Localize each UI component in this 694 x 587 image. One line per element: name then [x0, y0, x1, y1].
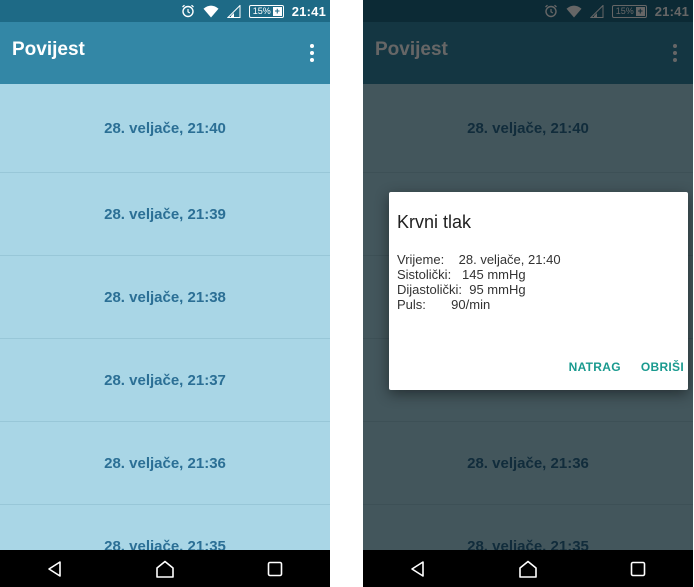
status-bar: 15% + 21:41	[0, 0, 330, 22]
battery-charging-icon: 15% +	[248, 4, 284, 18]
status-clock: 21:41	[291, 3, 326, 19]
list-item[interactable]: 28. veljače, 21:35	[0, 505, 330, 550]
status-icons: 15% + 21:41	[181, 3, 326, 19]
list-item[interactable]: 28. veljače, 21:37	[0, 339, 330, 422]
history-detail-screen: 15% + 21:41 Povijest 28. veljače, 21:40 …	[363, 0, 693, 587]
home-icon[interactable]	[145, 554, 185, 584]
wifi-icon	[203, 5, 219, 17]
dialog-actions: NATRAG OBRIŠI	[569, 360, 684, 374]
page-title: Povijest	[12, 39, 85, 60]
dialog-title: Krvni tlak	[397, 212, 472, 232]
overflow-menu-icon[interactable]	[300, 41, 324, 65]
measurement-dialog: Krvni tlak Vrijeme: 28. veljače, 21:40 S…	[389, 192, 688, 390]
battery-level: 15%	[252, 5, 271, 16]
recents-icon[interactable]	[255, 554, 295, 584]
back-icon[interactable]	[398, 554, 438, 584]
signal-icon	[226, 4, 241, 18]
navigation-bar	[363, 550, 693, 587]
charging-plus: +	[272, 5, 282, 16]
delete-button[interactable]: OBRIŠI	[641, 360, 684, 374]
alarm-icon	[181, 4, 194, 18]
dialog-body: Vrijeme: 28. veljače, 21:40 Sistolički: …	[397, 252, 561, 312]
home-icon[interactable]	[508, 554, 548, 584]
list-item[interactable]: 28. veljače, 21:36	[0, 422, 330, 505]
app-bar: Povijest	[0, 22, 330, 84]
navigation-bar	[0, 550, 330, 587]
back-button[interactable]: NATRAG	[569, 360, 621, 374]
dialog-time-row: Vrijeme: 28. veljače, 21:40	[397, 252, 561, 267]
back-icon[interactable]	[35, 554, 75, 584]
list-item[interactable]: 28. veljače, 21:39	[0, 173, 330, 256]
history-list: 28. veljače, 21:40 28. veljače, 21:39 28…	[0, 84, 330, 550]
dialog-diastolic-row: Dijastolički: 95 mmHg	[397, 282, 526, 297]
dialog-pulse-row: Puls: 90/min	[397, 297, 491, 312]
list-item[interactable]: 28. veljače, 21:40	[0, 84, 330, 173]
list-item[interactable]: 28. veljače, 21:38	[0, 256, 330, 339]
history-screen: 15% + 21:41 Povijest 28. veljače, 21:40 …	[0, 0, 330, 587]
dialog-systolic-row: Sistolički: 145 mmHg	[397, 267, 526, 282]
recents-icon[interactable]	[618, 554, 658, 584]
